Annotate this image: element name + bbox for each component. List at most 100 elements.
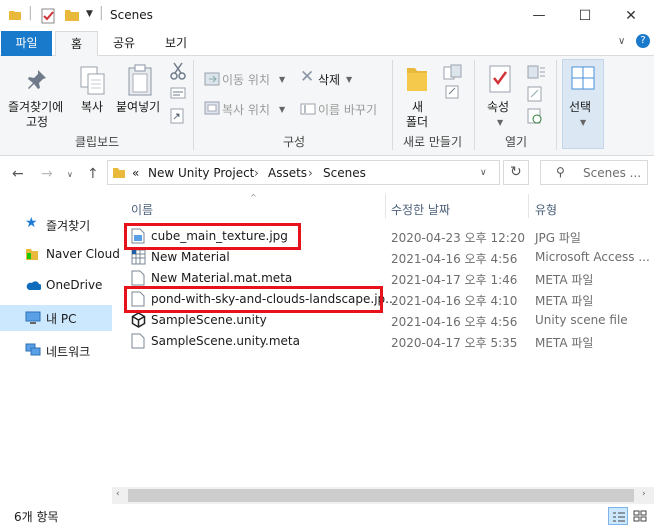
new-item-icon[interactable] xyxy=(443,64,465,80)
scrollbar-thumb[interactable] xyxy=(128,489,634,502)
breadcrumb-item[interactable]: New Unity Project xyxy=(148,166,254,180)
forward-button[interactable]: → xyxy=(41,166,53,182)
properties-icon xyxy=(489,65,511,93)
scroll-right-icon[interactable]: › xyxy=(642,489,646,499)
refresh-icon: ↻ xyxy=(510,164,522,180)
scroll-left-icon[interactable]: ‹ xyxy=(116,489,120,499)
details-view-button[interactable] xyxy=(608,507,628,525)
organize-group-label: 구성 xyxy=(283,135,306,149)
tab-home[interactable]: 홈 xyxy=(55,31,98,57)
status-bar: 6개 항목 xyxy=(0,504,654,528)
copy-path-icon[interactable] xyxy=(170,86,186,100)
search-input[interactable]: ⚲ Scenes ... xyxy=(540,160,648,185)
column-divider[interactable] xyxy=(528,194,529,218)
new-folder-icon[interactable] xyxy=(64,8,80,22)
folder-icon xyxy=(113,168,125,178)
paste-icon xyxy=(128,64,152,96)
history-icon[interactable] xyxy=(527,108,543,124)
nav-label: Naver Cloud xyxy=(46,247,120,261)
cloud-icon xyxy=(26,281,41,290)
large-icons-view-icon xyxy=(633,510,647,522)
highlight-box xyxy=(124,223,301,250)
column-header-date[interactable]: 수정한 날짜 xyxy=(391,201,450,218)
customize-quick-access-icon[interactable]: ▼ xyxy=(86,9,93,19)
copy-icon xyxy=(80,66,105,95)
new-folder-label-2: 폴더 xyxy=(406,115,429,129)
material-file-icon xyxy=(131,249,146,265)
refresh-button[interactable]: ↻ xyxy=(503,160,529,185)
nav-label: 즐겨찾기 xyxy=(46,219,91,233)
details-view-icon xyxy=(613,512,625,522)
move-to-icon xyxy=(204,72,220,86)
help-icon[interactable]: ? xyxy=(636,34,650,48)
file-type: META 파일 xyxy=(535,336,594,350)
column-header-type[interactable]: 유형 xyxy=(535,201,557,218)
chevron-down-icon: ▼ xyxy=(279,105,286,114)
column-header-name[interactable]: 이름 xyxy=(131,201,153,218)
nav-item-favorites[interactable]: ★ 즐겨찾기 xyxy=(0,212,112,238)
address-dropdown-icon[interactable]: ∨ xyxy=(480,168,487,178)
edit-icon[interactable] xyxy=(527,86,543,102)
divider: | xyxy=(28,5,33,21)
properties-label: 속성 xyxy=(487,100,510,114)
minimize-icon: — xyxy=(532,8,546,23)
file-type: JPG 파일 xyxy=(535,231,581,245)
close-button[interactable]: ✕ xyxy=(608,0,654,31)
breadcrumb-separator: › xyxy=(254,166,259,180)
nav-item-this-pc[interactable]: 내 PC xyxy=(0,305,112,331)
recent-locations-icon[interactable]: ∨ xyxy=(67,170,73,179)
horizontal-scrollbar[interactable]: ‹ › xyxy=(112,487,654,504)
highlight-box xyxy=(124,286,383,313)
network-icon xyxy=(25,343,41,356)
select-label: 선택 xyxy=(569,100,592,114)
maximize-button[interactable]: ☐ xyxy=(562,0,608,31)
tab-share[interactable]: 공유 xyxy=(104,31,144,56)
file-date: 2021-04-16 오후 4:56 xyxy=(391,315,518,329)
breadcrumb-separator: › xyxy=(308,166,313,180)
collapse-ribbon-icon[interactable]: ∨ xyxy=(618,36,625,47)
nav-label: OneDrive xyxy=(46,278,103,292)
maximize-icon: ☐ xyxy=(578,7,592,24)
move-to-label: 이동 위치 xyxy=(222,73,270,87)
large-icons-view-button[interactable] xyxy=(630,507,650,525)
file-row[interactable]: SampleScene.unity 2021-04-16 오후 4:56 Uni… xyxy=(120,310,654,331)
select-button[interactable]: 선택 ▼ xyxy=(562,59,604,149)
address-bar[interactable]: « New Unity Project › Assets › Scenes ∨ xyxy=(107,160,500,185)
file-row[interactable]: SampleScene.unity.meta 2020-04-17 오후 5:3… xyxy=(120,331,654,352)
nav-item-network[interactable]: 네트워크 xyxy=(0,338,112,364)
chevron-down-icon: ▼ xyxy=(279,75,286,84)
up-button[interactable]: ↑ xyxy=(87,166,99,182)
breadcrumb-item[interactable]: Assets xyxy=(268,166,307,180)
file-name: SampleScene.unity.meta xyxy=(151,334,300,348)
paste-shortcut-icon[interactable] xyxy=(170,108,184,124)
file-row[interactable]: New Material 2021-04-16 오후 4:56 Microsof… xyxy=(120,247,654,268)
nav-label: 네트워크 xyxy=(46,345,91,359)
tab-view[interactable]: 보기 xyxy=(153,31,199,56)
nav-item-naver-cloud[interactable]: Naver Cloud xyxy=(0,242,120,268)
back-button[interactable]: ← xyxy=(12,166,24,182)
breadcrumb-item[interactable]: Scenes xyxy=(323,166,366,180)
tab-file[interactable]: 파일 xyxy=(1,31,52,56)
select-icon xyxy=(571,66,595,90)
navigation-pane: ★ 즐겨찾기 Naver Cloud OneDrive 내 PC 네트워크 xyxy=(0,192,120,502)
new-folder-icon xyxy=(407,68,427,91)
open-group-label: 열기 xyxy=(505,135,528,149)
nav-label: 내 PC xyxy=(46,312,77,326)
rename-label: 이름 바꾸기 xyxy=(318,103,378,117)
nav-item-onedrive[interactable]: OneDrive xyxy=(0,273,112,299)
easy-access-icon[interactable] xyxy=(443,84,465,100)
properties-icon[interactable] xyxy=(40,8,56,24)
file-type: META 파일 xyxy=(535,294,594,308)
cut-icon[interactable] xyxy=(170,62,186,80)
chevron-down-icon: ▼ xyxy=(497,118,504,127)
delete-icon: ✕ xyxy=(300,67,315,87)
copy-label: 복사 xyxy=(81,100,104,114)
minimize-button[interactable]: — xyxy=(516,0,562,31)
column-divider[interactable] xyxy=(385,194,386,218)
chevron-down-icon: ▼ xyxy=(346,75,353,84)
file-date: 2021-04-17 오후 1:46 xyxy=(391,273,518,287)
open-icon[interactable] xyxy=(527,64,547,80)
group-divider xyxy=(193,60,194,150)
ribbon-home: 즐겨찾기에 고정 복사 붙여넣기 클립보드 이동 위치 ▼ 복사 위치 ▼ ✕ … xyxy=(0,56,654,156)
breadcrumb-overflow[interactable]: « xyxy=(132,166,139,180)
